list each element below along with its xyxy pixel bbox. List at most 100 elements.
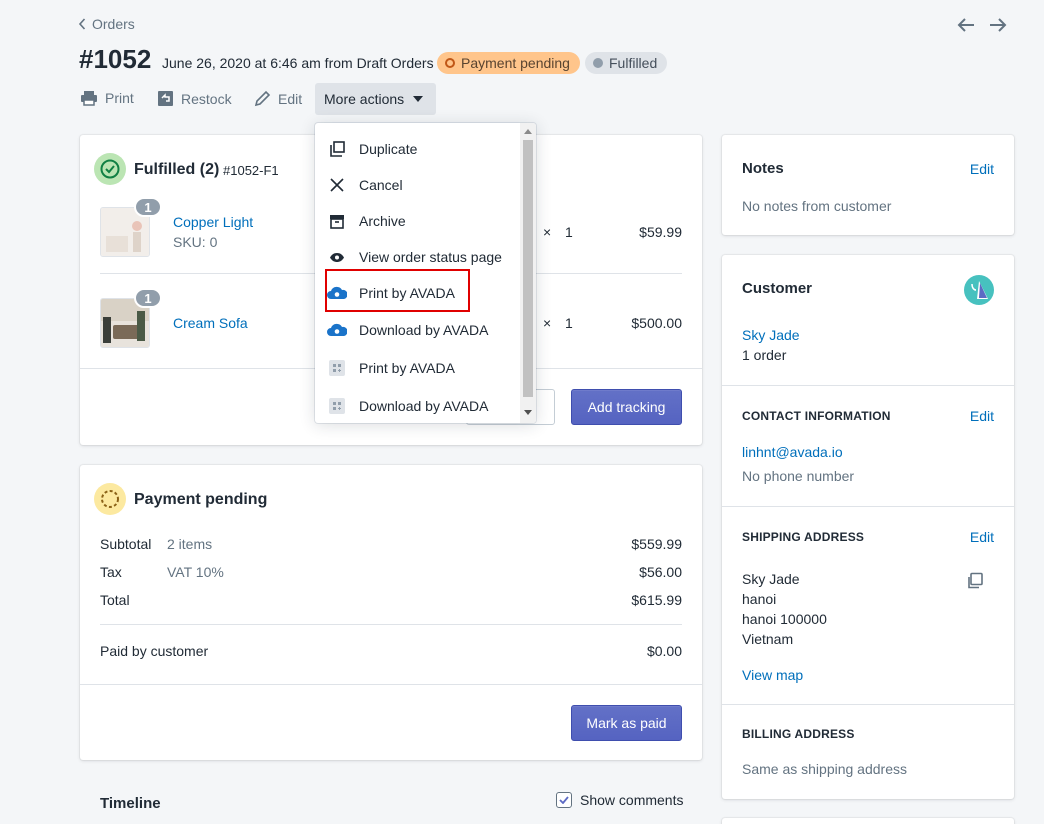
item-quantity: 1 xyxy=(565,315,573,331)
fulfilled-title: Fulfilled (2) xyxy=(134,161,220,178)
card-section-divider xyxy=(80,684,702,685)
status-badge-payment: Payment pending xyxy=(437,52,580,74)
copy-address-button[interactable] xyxy=(966,572,984,590)
billing-address-title: BILLING ADDRESS xyxy=(742,727,855,741)
notes-edit-link[interactable]: Edit xyxy=(970,161,994,177)
restock-button[interactable]: Restock xyxy=(157,90,232,107)
scroll-up-icon[interactable] xyxy=(524,129,532,134)
complete-dot-icon xyxy=(593,58,603,68)
menu-scrollbar[interactable] xyxy=(520,123,536,423)
customer-email-link[interactable]: linhnt@avada.io xyxy=(742,444,843,460)
copy-icon xyxy=(968,572,983,589)
customer-orders: 1 order xyxy=(742,347,787,363)
subtotal-amount: $559.99 xyxy=(631,536,682,552)
timeline-title: Timeline xyxy=(100,795,161,812)
avada-cloud-icon xyxy=(315,323,359,337)
total-label: Total xyxy=(100,592,130,608)
customer-phone: No phone number xyxy=(742,468,855,484)
checkbox-checked-icon[interactable] xyxy=(556,792,572,808)
app-placeholder-icon xyxy=(315,398,359,414)
fulfillment-id: #1052-F1 xyxy=(223,163,279,178)
tax-detail: VAT 10% xyxy=(167,564,224,580)
paid-label: Paid by customer xyxy=(100,643,209,659)
address-line: Sky Jade xyxy=(742,571,800,587)
address-line: hanoi 100000 xyxy=(742,611,827,627)
payment-card: Payment pending Subtotal 2 items $559.99… xyxy=(80,465,702,760)
show-comments-toggle[interactable]: Show comments xyxy=(556,792,683,808)
scroll-down-icon[interactable] xyxy=(524,410,532,415)
print-button[interactable]: Print xyxy=(80,90,134,106)
total-amount: $615.99 xyxy=(631,592,682,608)
quantity-badge: 1 xyxy=(134,288,162,308)
order-meta: June 26, 2020 at 6:46 am from Draft Orde… xyxy=(162,55,434,71)
menu-item-duplicate[interactable]: Duplicate xyxy=(315,131,519,167)
times-sign: × xyxy=(543,315,552,331)
product-sku: SKU: 0 xyxy=(173,234,218,250)
page-title: #1052 xyxy=(79,44,152,74)
fulfilled-status-icon xyxy=(94,153,126,185)
payment-title: Payment pending xyxy=(134,491,268,508)
app-placeholder-icon xyxy=(315,360,359,376)
menu-item-download-by-avada-2[interactable]: Download by AVADA xyxy=(315,388,519,423)
pencil-icon xyxy=(254,90,271,107)
address-line: Vietnam xyxy=(742,631,794,647)
subtotal-label: Subtotal xyxy=(100,536,152,552)
menu-item-download-by-avada[interactable]: Download by AVADA xyxy=(315,312,519,348)
printer-icon xyxy=(81,91,97,106)
chevron-left-icon xyxy=(78,18,86,30)
breadcrumb-label: Orders xyxy=(92,16,135,32)
arrow-right-icon xyxy=(990,18,1007,32)
notes-text: No notes from customer xyxy=(742,198,892,214)
add-tracking-button[interactable]: Add tracking xyxy=(571,389,682,425)
shipping-edit-link[interactable]: Edit xyxy=(970,529,994,545)
pending-circle-icon xyxy=(101,490,119,508)
quantity-badge: 1 xyxy=(134,197,162,217)
section-divider xyxy=(722,506,1014,507)
status-badge-fulfillment: Fulfilled xyxy=(585,52,668,74)
contact-edit-link[interactable]: Edit xyxy=(970,408,994,424)
check-circle-icon xyxy=(100,159,120,179)
payment-divider xyxy=(100,624,682,625)
subtotal-detail: 2 items xyxy=(167,536,213,552)
section-divider xyxy=(722,385,1014,386)
tax-amount: $56.00 xyxy=(639,564,682,580)
product-link-cream-sofa[interactable]: Cream Sofa xyxy=(173,315,248,331)
restock-icon xyxy=(158,91,173,106)
notes-card: Notes Edit No notes from customer xyxy=(722,135,1014,235)
address-line: hanoi xyxy=(742,591,777,607)
shipping-address-title: SHIPPING ADDRESS xyxy=(742,530,865,544)
caret-down-icon xyxy=(413,96,424,102)
view-map-link[interactable]: View map xyxy=(742,667,803,683)
prev-order-button[interactable] xyxy=(955,14,977,36)
section-divider xyxy=(722,704,1014,705)
item-quantity: 1 xyxy=(565,224,573,240)
next-card-edge xyxy=(722,818,1014,824)
customer-title: Customer xyxy=(742,280,813,297)
avatar[interactable] xyxy=(964,275,994,305)
arrow-left-icon xyxy=(957,18,974,32)
menu-item-cancel[interactable]: Cancel xyxy=(315,167,519,203)
item-price: $59.99 xyxy=(639,224,682,240)
duplicate-icon xyxy=(315,141,359,157)
customer-name-link[interactable]: Sky Jade xyxy=(742,327,800,343)
times-sign: × xyxy=(543,224,552,240)
more-actions-button[interactable]: More actions xyxy=(315,83,436,115)
paid-amount: $0.00 xyxy=(646,643,682,659)
scrollbar-thumb[interactable] xyxy=(523,140,533,397)
mark-as-paid-button[interactable]: Mark as paid xyxy=(571,705,682,741)
payment-status-icon xyxy=(94,483,126,515)
edit-button[interactable]: Edit xyxy=(254,90,302,107)
close-icon xyxy=(315,178,359,192)
notes-title: Notes xyxy=(742,160,784,177)
billing-address-text: Same as shipping address xyxy=(742,761,907,777)
customer-card: Customer Sky Jade 1 order CONTACT INFORM… xyxy=(722,255,1014,799)
next-order-button[interactable] xyxy=(987,14,1009,36)
product-link-copper-light[interactable]: Copper Light xyxy=(173,214,253,230)
menu-item-archive[interactable]: Archive xyxy=(315,203,519,239)
contact-info-title: CONTACT INFORMATION xyxy=(742,409,891,423)
archive-icon xyxy=(315,214,359,229)
breadcrumb[interactable]: Orders xyxy=(78,16,135,32)
menu-item-print-by-avada-2[interactable]: Print by AVADA xyxy=(315,350,519,386)
item-price: $500.00 xyxy=(631,315,682,331)
highlight-box xyxy=(325,269,470,312)
